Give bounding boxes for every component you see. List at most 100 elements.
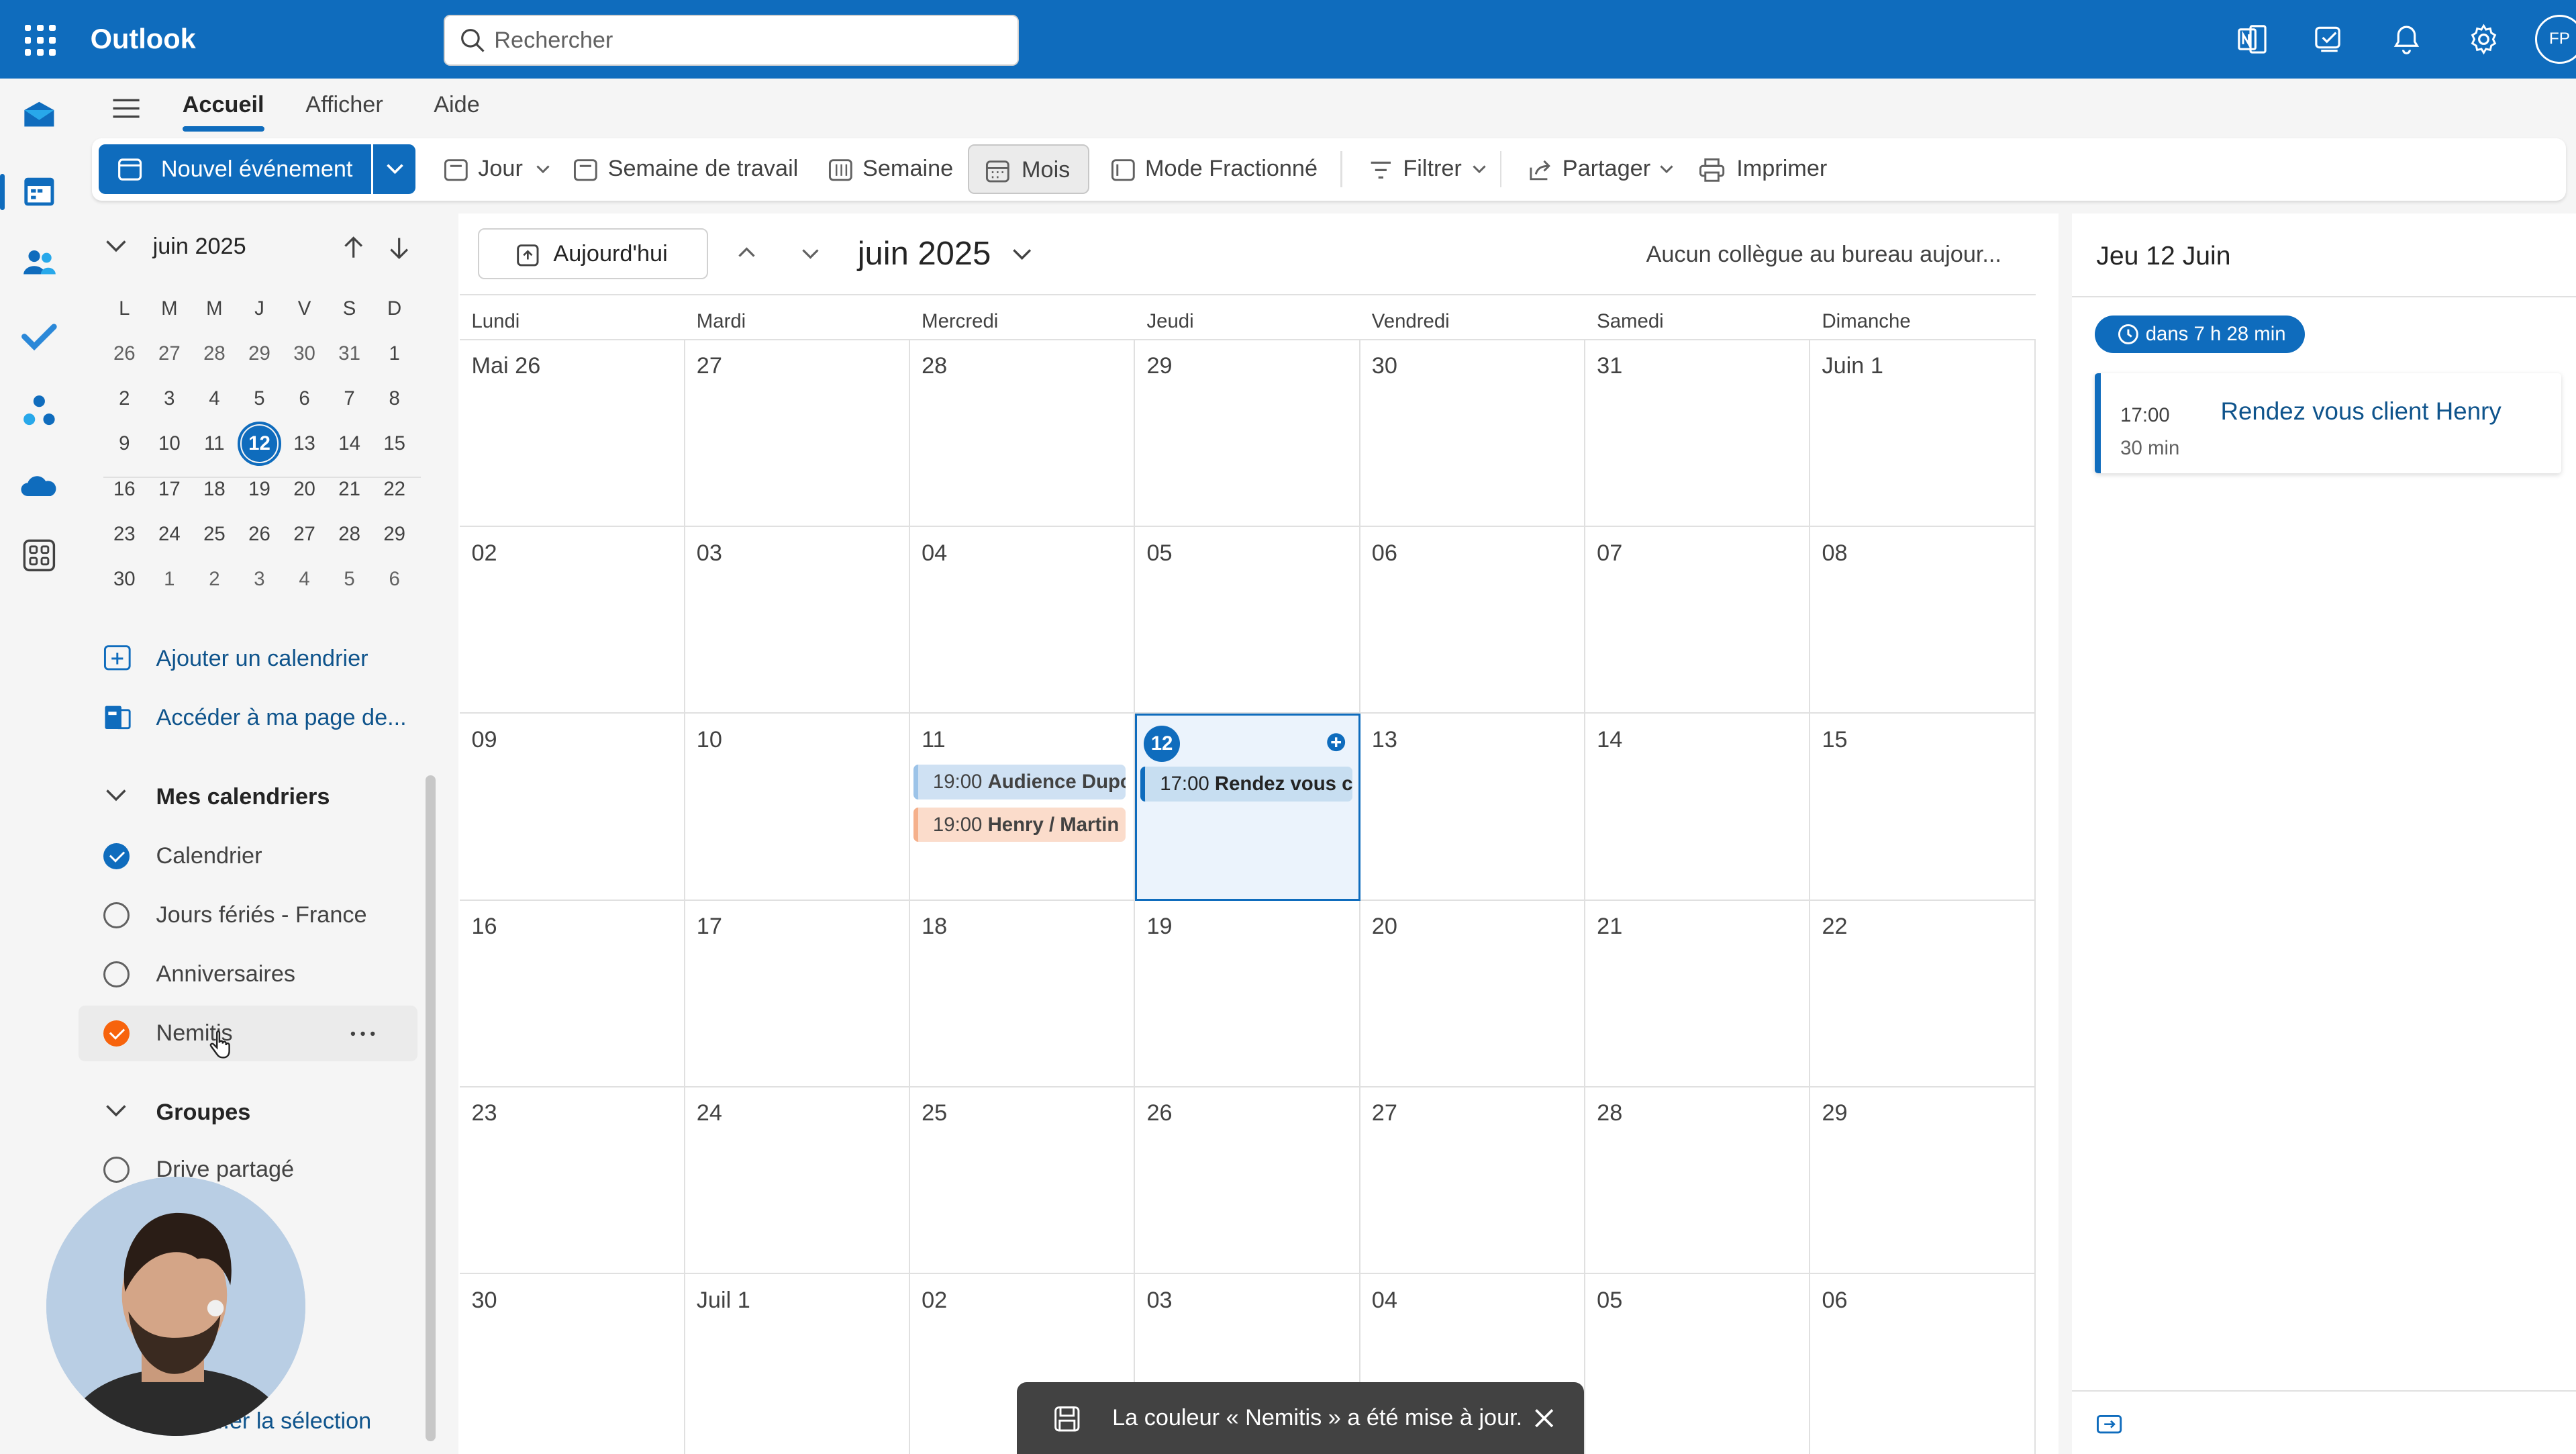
day-cell[interactable]: 10 — [685, 714, 910, 901]
user-avatar[interactable]: FP — [2534, 15, 2576, 64]
mini-calendar-day[interactable]: 13 — [282, 432, 327, 455]
mini-calendar-day[interactable]: 6 — [372, 568, 417, 591]
mini-calendar-day[interactable]: 30 — [282, 342, 327, 365]
day-cell[interactable]: 13 — [1360, 714, 1585, 901]
mini-calendar-day[interactable]: 3 — [237, 568, 282, 591]
day-cell[interactable]: 18 — [910, 900, 1136, 1087]
day-cell[interactable]: Juil 1 — [685, 1274, 910, 1454]
print-button[interactable]: Imprimer — [1699, 144, 1846, 193]
day-cell[interactable]: 22 — [1810, 900, 2036, 1087]
mini-calendar-day[interactable]: 19 — [237, 478, 282, 501]
mini-calendar-day[interactable]: 27 — [282, 523, 327, 546]
day-cell[interactable]: 03 — [685, 526, 910, 714]
day-cell[interactable]: 31 — [1585, 340, 1811, 527]
chevron-up-icon[interactable] — [738, 246, 756, 258]
tab-afficher[interactable]: Afficher — [305, 92, 383, 118]
day-cell[interactable]: 06 — [1360, 526, 1585, 714]
people-icon[interactable] — [19, 243, 59, 283]
mini-calendar-day[interactable]: 1 — [147, 568, 192, 591]
day-cell[interactable]: 06 — [1810, 1274, 2036, 1454]
day-cell[interactable]: 28 — [910, 340, 1136, 527]
today-button[interactable]: Aujourd'hui — [478, 228, 708, 280]
mini-calendar-day[interactable]: 26 — [102, 342, 147, 365]
day-cell[interactable]: 11 19:00 Audience Dupo 19:00 Henry / Marti… — [910, 714, 1136, 901]
agenda-event-card[interactable]: 17:00 30 min Rendez vous client Henry — [2094, 373, 2561, 473]
day-cell[interactable]: 05 — [1585, 1274, 1811, 1454]
mini-calendar-day[interactable]: 26 — [237, 523, 282, 546]
day-cell[interactable]: 26 — [1135, 1087, 1360, 1275]
chevron-down-icon[interactable] — [801, 248, 820, 260]
day-cell[interactable]: 04 — [910, 526, 1136, 714]
day-cell[interactable]: Mai 26 — [460, 340, 685, 527]
tab-aide[interactable]: Aide — [434, 92, 480, 118]
coworkers-status[interactable]: Aucun collègue au bureau aujour... — [1646, 242, 2001, 268]
day-cell[interactable]: 14 — [1585, 714, 1811, 901]
new-event-dropdown[interactable] — [373, 144, 416, 194]
calendar-circle-icon[interactable] — [103, 902, 130, 928]
day-cell[interactable]: 09 — [460, 714, 685, 901]
split-mode-button[interactable]: Mode Fractionné — [1111, 144, 1324, 193]
mini-calendar-day[interactable]: 4 — [282, 568, 327, 591]
mini-calendar-day[interactable]: 23 — [102, 523, 147, 546]
day-cell[interactable]: 02 — [460, 526, 685, 714]
day-view-button[interactable]: Jour — [444, 144, 558, 193]
mini-calendar-day[interactable]: 30 — [102, 568, 147, 591]
mini-calendar-day[interactable]: 16 — [102, 478, 147, 501]
day-cell[interactable]: 21 — [1585, 900, 1811, 1087]
mini-calendar-day[interactable]: 20 — [282, 478, 327, 501]
mini-calendar-day[interactable]: 2 — [102, 387, 147, 410]
day-cell[interactable]: 15 — [1810, 714, 2036, 901]
mini-calendar-day[interactable]: 8 — [372, 387, 417, 410]
mini-calendar-day[interactable]: 29 — [372, 523, 417, 546]
expand-pane-icon[interactable] — [2096, 1414, 2122, 1434]
arrow-up-icon[interactable] — [344, 236, 363, 259]
calendar-circle-icon[interactable] — [103, 1157, 130, 1183]
mini-calendar-day[interactable]: 11 — [192, 432, 237, 455]
bell-icon[interactable] — [2390, 23, 2423, 56]
mini-calendar-day[interactable]: 4 — [192, 387, 237, 410]
mini-calendar-day[interactable]: 18 — [192, 478, 237, 501]
share-button[interactable]: Partager — [1528, 144, 1675, 193]
month-title[interactable]: juin 2025 — [858, 235, 991, 273]
search-input[interactable] — [494, 24, 987, 58]
left-pane-scrollbar[interactable] — [425, 775, 436, 1441]
mini-calendar-day[interactable]: 21 — [327, 478, 372, 501]
todo-check-icon[interactable] — [19, 317, 59, 356]
onenote-icon[interactable] — [2236, 23, 2269, 56]
mini-calendar-day[interactable]: 28 — [192, 342, 237, 365]
work-week-button[interactable]: Semaine de travail — [573, 144, 803, 193]
day-cell[interactable]: 12 17:00 Rendez vous cli — [1135, 714, 1360, 901]
new-event-button[interactable]: Nouvel événement — [98, 144, 372, 194]
day-cell[interactable]: 17 — [685, 900, 910, 1087]
mini-calendar-day[interactable]: 1 — [372, 342, 417, 365]
close-icon[interactable] — [1534, 1408, 1554, 1428]
mail-icon[interactable] — [19, 95, 59, 135]
mini-calendar-day[interactable]: 9 — [102, 432, 147, 455]
org-chart-icon[interactable] — [19, 391, 59, 431]
mini-calendar-day[interactable]: 12 — [237, 422, 282, 467]
mini-calendar-day[interactable]: 25 — [192, 523, 237, 546]
chevron-down-icon[interactable] — [1012, 248, 1032, 262]
hamburger-icon[interactable] — [111, 95, 141, 122]
mini-calendar-day[interactable]: 17 — [147, 478, 192, 501]
chevron-down-icon[interactable] — [105, 240, 127, 253]
day-cell[interactable]: 29 — [1810, 1087, 2036, 1275]
day-cell[interactable]: 30 — [1360, 340, 1585, 527]
week-view-button[interactable]: Semaine — [828, 144, 960, 193]
mini-calendar-day[interactable]: 31 — [327, 342, 372, 365]
calendar-icon[interactable] — [19, 171, 59, 211]
day-cell[interactable]: 24 — [685, 1087, 910, 1275]
day-cell[interactable]: 27 — [685, 340, 910, 527]
mini-calendar-day[interactable]: 28 — [327, 523, 372, 546]
day-cell[interactable]: 08 — [1810, 526, 2036, 714]
mini-calendar-day[interactable]: 27 — [147, 342, 192, 365]
more-options-icon[interactable] — [350, 1030, 376, 1037]
day-cell[interactable]: 25 — [910, 1087, 1136, 1275]
day-cell[interactable]: Juin 1 — [1810, 340, 2036, 527]
arrow-down-icon[interactable] — [389, 236, 409, 260]
day-cell[interactable]: 05 — [1135, 526, 1360, 714]
mini-calendar-day[interactable]: 29 — [237, 342, 282, 365]
day-cell[interactable]: 28 — [1585, 1087, 1811, 1275]
filter-button[interactable]: Filtrer — [1369, 144, 1492, 193]
onedrive-icon[interactable] — [19, 467, 59, 506]
